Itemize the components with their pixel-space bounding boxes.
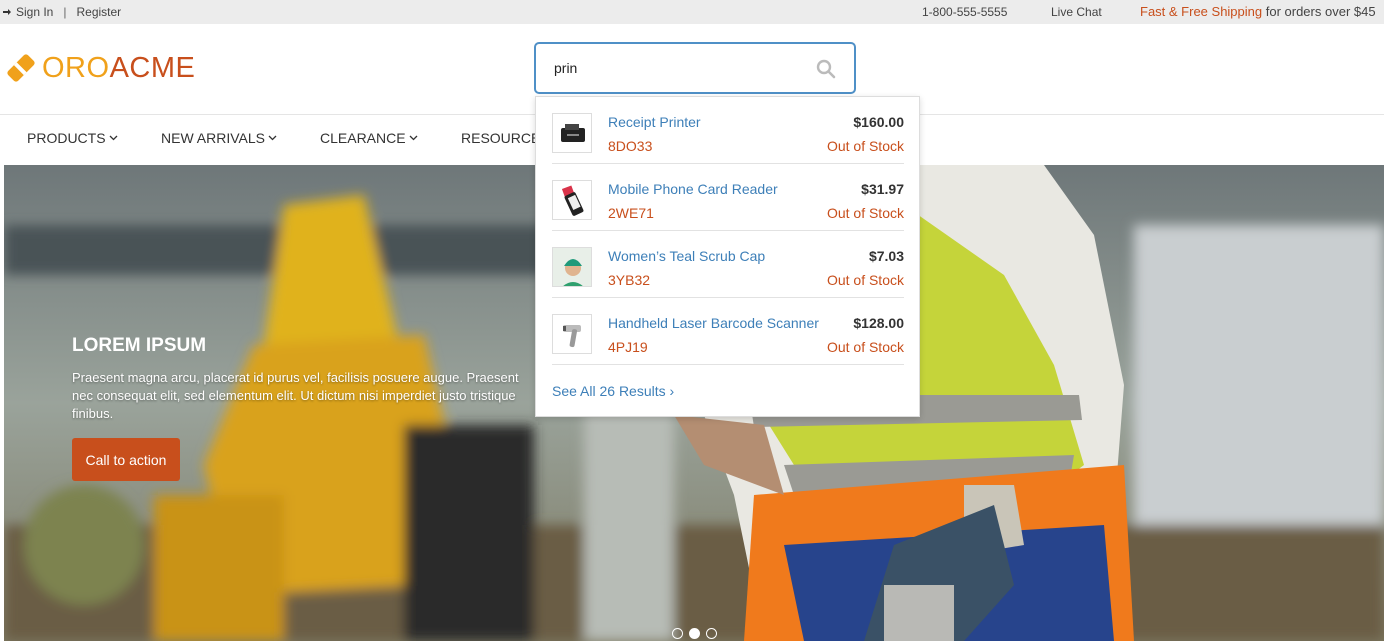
scrub-cap-thumb-icon bbox=[552, 247, 592, 287]
account-links: Sign In | Register bbox=[2, 5, 121, 19]
logo-text: OROACME bbox=[42, 52, 195, 85]
search-autocomplete: Receipt Printer 8DO33 $160.00 Out of Sto… bbox=[535, 96, 920, 417]
result-stock: Out of Stock bbox=[826, 339, 904, 355]
live-chat-link[interactable]: Live Chat bbox=[1051, 5, 1102, 19]
shipping-promo: Fast & Free Shipping for orders over $45 bbox=[1140, 4, 1376, 19]
result-name[interactable]: Mobile Phone Card Reader bbox=[608, 181, 778, 197]
shipping-rest: for orders over $45 bbox=[1262, 4, 1376, 19]
nav-label: CLEARANCE bbox=[320, 130, 406, 146]
result-stock: Out of Stock bbox=[826, 272, 904, 288]
hero-body: Praesent magna arcu, placerat id purus v… bbox=[72, 370, 519, 421]
result-sku: 3YB32 bbox=[608, 272, 651, 288]
result-name[interactable]: Handheld Laser Barcode Scanner bbox=[608, 315, 819, 331]
sign-in-link[interactable]: Sign In bbox=[16, 5, 53, 19]
nav-label: RESOURCE bbox=[461, 130, 541, 146]
see-all-results-link[interactable]: See All 26 Results › bbox=[552, 383, 674, 399]
result-sku: 2WE71 bbox=[608, 205, 654, 221]
barcode-scanner-thumb-icon bbox=[552, 314, 592, 354]
nav-item-clearance[interactable]: CLEARANCE bbox=[320, 130, 418, 146]
hero-title: LOREM IPSUM bbox=[72, 335, 207, 356]
nav-item-new-arrivals[interactable]: NEW ARRIVALS bbox=[161, 130, 277, 146]
result-sku: 4PJ19 bbox=[608, 339, 648, 355]
card-reader-thumb-icon bbox=[552, 180, 592, 220]
result-price: $31.97 bbox=[861, 181, 904, 197]
search-result-item[interactable]: Women’s Teal Scrub Cap 3YB32 $7.03 Out o… bbox=[552, 231, 904, 298]
search-icon[interactable] bbox=[816, 59, 836, 79]
search-box[interactable] bbox=[534, 42, 856, 94]
logo-text-acme: ACME bbox=[109, 51, 196, 84]
result-stock: Out of Stock bbox=[826, 205, 904, 221]
result-name[interactable]: Receipt Printer bbox=[608, 114, 701, 130]
carousel-dots bbox=[672, 628, 717, 639]
result-price: $128.00 bbox=[853, 315, 904, 331]
result-name[interactable]: Women’s Teal Scrub Cap bbox=[608, 248, 765, 264]
nav-label: NEW ARRIVALS bbox=[161, 130, 265, 146]
separator: | bbox=[63, 5, 67, 19]
search-input[interactable] bbox=[554, 57, 794, 79]
carousel-dot-1[interactable] bbox=[672, 628, 683, 639]
logo-text-oro: ORO bbox=[42, 51, 110, 84]
result-price: $160.00 bbox=[853, 114, 904, 130]
hero-copy: LOREM IPSUM Praesent magna arcu, placera… bbox=[72, 335, 542, 423]
top-bar: Sign In | Register 1-800-555-5555 Live C… bbox=[0, 0, 1384, 24]
register-link[interactable]: Register bbox=[76, 5, 121, 19]
search-result-item[interactable]: Handheld Laser Barcode Scanner 4PJ19 $12… bbox=[552, 298, 904, 365]
search-result-item[interactable]: Mobile Phone Card Reader 2WE71 $31.97 Ou… bbox=[552, 164, 904, 231]
nav-label: PRODUCTS bbox=[27, 130, 106, 146]
shipping-highlight: Fast & Free Shipping bbox=[1140, 4, 1263, 19]
carousel-dot-2[interactable] bbox=[689, 628, 700, 639]
see-all-label: See All 26 Results bbox=[552, 383, 666, 399]
result-price: $7.03 bbox=[868, 248, 904, 264]
result-sku: 8DO33 bbox=[608, 138, 653, 154]
call-to-action-button[interactable]: Call to action bbox=[72, 438, 180, 481]
logo-mark-icon bbox=[7, 54, 35, 82]
chevron-right-icon: › bbox=[669, 383, 675, 399]
phone-number[interactable]: 1-800-555-5555 bbox=[922, 5, 1007, 19]
result-stock: Out of Stock bbox=[826, 138, 904, 154]
nav-item-products[interactable]: PRODUCTS bbox=[27, 130, 118, 146]
search-result-item[interactable]: Receipt Printer 8DO33 $160.00 Out of Sto… bbox=[552, 97, 904, 164]
carousel-dot-3[interactable] bbox=[706, 628, 717, 639]
chevron-down-icon bbox=[109, 135, 118, 141]
logo[interactable]: OROACME bbox=[4, 51, 195, 85]
nav-item-resources[interactable]: RESOURCE bbox=[461, 130, 540, 146]
sign-in-icon bbox=[3, 9, 11, 15]
printer-thumb-icon bbox=[552, 113, 592, 153]
chevron-down-icon bbox=[409, 135, 418, 141]
chevron-down-icon bbox=[268, 135, 277, 141]
